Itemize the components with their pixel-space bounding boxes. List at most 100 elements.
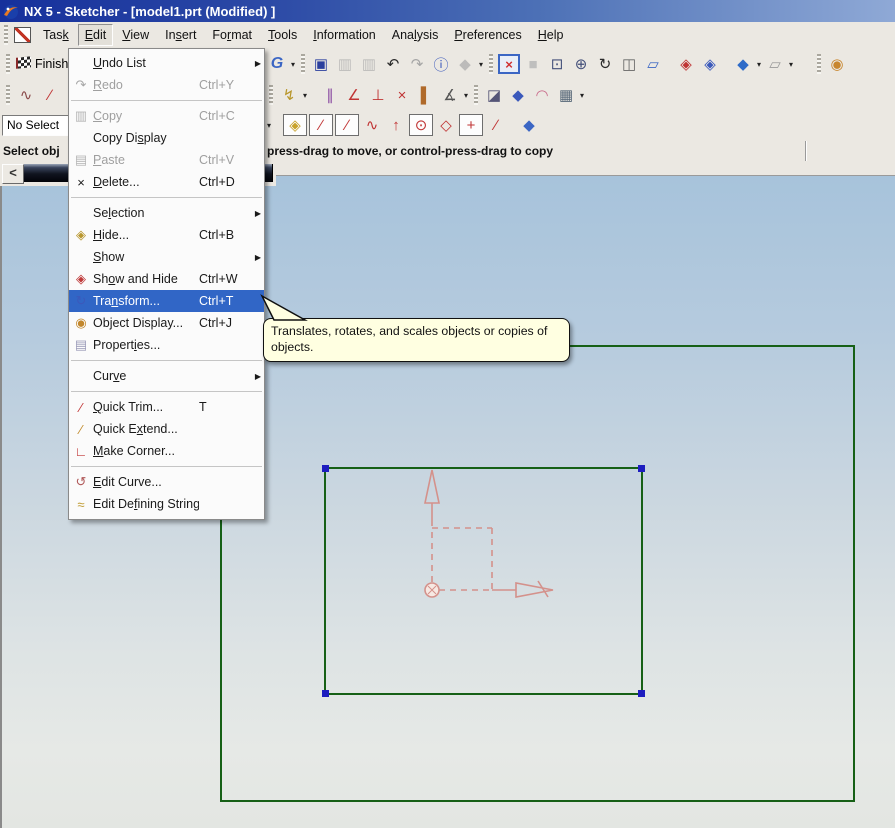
create-constraint-icon[interactable]: ↯	[278, 84, 300, 106]
edit-menu-item-properties[interactable]: ▤ Properties...	[69, 334, 264, 356]
menu-item-label: Selection	[93, 206, 145, 220]
menu-item-label: Edit Defining String...	[93, 497, 199, 511]
menu-view[interactable]: View	[115, 24, 156, 46]
zoom-icon[interactable]: ⊕	[570, 53, 592, 75]
corner-handle[interactable]	[322, 465, 329, 472]
show-remove-constraints-icon[interactable]: ×	[391, 84, 413, 106]
menu-tools[interactable]: Tools	[261, 24, 304, 46]
toolbar-grip[interactable]	[269, 85, 273, 105]
redo-icon[interactable]: ↷	[406, 53, 428, 75]
rotate-icon[interactable]: ↻	[594, 53, 616, 75]
dropdown-caret-icon[interactable]: ▾	[303, 91, 307, 100]
dropdown-caret-icon[interactable]: ▾	[464, 91, 468, 100]
edit-menu-item-selection[interactable]: Selection ▶	[69, 202, 264, 224]
edit-menu-item-curve[interactable]: Curve ▶	[69, 365, 264, 387]
toolbar-grip[interactable]	[817, 54, 822, 74]
y-axis-arrow[interactable]	[424, 469, 440, 504]
parallel-constraint-icon[interactable]: ∥	[319, 84, 341, 106]
selection-handles[interactable]	[322, 465, 645, 697]
point-on-curve-icon[interactable]: ∕	[485, 114, 507, 136]
line-icon[interactable]: ∕	[39, 84, 61, 106]
object-display-icon: ◉	[75, 315, 87, 330]
fit-view-icon[interactable]: ×	[498, 54, 521, 74]
project-curve-icon[interactable]: ◠	[531, 84, 553, 106]
menu-task[interactable]: Task	[36, 24, 76, 46]
cue-message: press-drag to move, or control-press-dra…	[267, 144, 554, 158]
menu-edit[interactable]: Edit	[77, 24, 114, 46]
finish-sketch-button[interactable]: Finish	[35, 57, 68, 71]
edit-menu-item-show-and-hide[interactable]: ◈ Show and Hide Ctrl+W	[69, 268, 264, 290]
edit-menu-item-quick-trim[interactable]: ∕ Quick Trim... T	[69, 396, 264, 418]
toolbar-grip[interactable]	[301, 54, 306, 74]
menu-analysis[interactable]: Analysis	[385, 24, 446, 46]
end-point-icon[interactable]: ∕	[309, 114, 334, 136]
sketch-inner-rectangle[interactable]	[324, 467, 643, 695]
menu-item-shortcut: Ctrl+C	[199, 109, 235, 123]
alternate-solution-icon[interactable]: ▦	[555, 84, 577, 106]
pan-icon[interactable]: ◫	[618, 53, 640, 75]
edit-menu-item-edit-defining-string[interactable]: ≈ Edit Defining String...	[69, 493, 264, 515]
menu-format[interactable]: Format	[205, 24, 259, 46]
convert-reference-icon[interactable]: ∡	[439, 84, 461, 106]
edit-menu-item-transform[interactable]: ↻ Transform... Ctrl+T	[69, 290, 264, 312]
title-bar[interactable]: NX 5 - Sketcher - [model1.prt (Modified)…	[0, 0, 895, 22]
intersection-point-icon[interactable]: ↑	[385, 114, 407, 136]
edit-menu-item-object-display[interactable]: ◉ Object Display... Ctrl+J	[69, 312, 264, 334]
existing-point-icon[interactable]: +	[459, 114, 484, 136]
edit-menu-item-show[interactable]: Show ▶	[69, 246, 264, 268]
corner-handle[interactable]	[638, 690, 645, 697]
sketch-plane-icon[interactable]: ◆	[518, 114, 540, 136]
dropdown-caret-icon[interactable]: ▾	[757, 60, 761, 69]
edit-curve-icon: ↺	[75, 474, 87, 489]
edit-menu-item-delete[interactable]: × Delete... Ctrl+D	[69, 171, 264, 193]
control-point-icon[interactable]: ∿	[361, 114, 383, 136]
profile-icon[interactable]: ∿	[15, 84, 37, 106]
auto-dimension-icon[interactable]: ⊥	[367, 84, 389, 106]
menu-help[interactable]: Help	[531, 24, 571, 46]
shaded-display-icon[interactable]: ◆	[732, 53, 754, 75]
dropdown-caret-icon[interactable]: ▾	[267, 121, 271, 130]
quadrant-point-icon[interactable]: ◇	[435, 114, 457, 136]
edit-menu-item-make-corner[interactable]: ∟ Make Corner...	[69, 440, 264, 462]
toolbar-grip[interactable]	[489, 54, 494, 74]
show-hide-icon[interactable]: ◈	[675, 53, 697, 75]
edit-menu-item-copy-display[interactable]: Copy Display	[69, 127, 264, 149]
snap-point-icon[interactable]: ◈	[283, 114, 308, 136]
toolbar-grip[interactable]	[474, 85, 479, 105]
auto-constrain-icon[interactable]: ∠	[343, 84, 365, 106]
dropdown-caret-icon[interactable]: ▾	[789, 60, 793, 69]
edit-menu-item-undo-list[interactable]: Undo List ▶	[69, 52, 264, 74]
mid-point-icon[interactable]: ∕	[335, 114, 360, 136]
dropdown-caret-icon[interactable]: ▾	[291, 60, 295, 69]
perspective-icon[interactable]: ▱	[642, 53, 664, 75]
back-button[interactable]: <	[2, 164, 24, 184]
menu-information[interactable]: Information	[306, 24, 383, 46]
edit-object-display-icon[interactable]: ⓘ	[430, 53, 452, 75]
zoom-box-icon[interactable]: ⊡	[546, 53, 568, 75]
invert-shown-icon[interactable]: ◈	[699, 53, 721, 75]
edit-menu-item-hide[interactable]: ◈ Hide... Ctrl+B	[69, 224, 264, 246]
menu-item-label: Edit Curve...	[93, 475, 162, 489]
corner-handle[interactable]	[322, 690, 329, 697]
edit-menu-item-quick-extend[interactable]: ∕ Quick Extend...	[69, 418, 264, 440]
dropdown-caret-icon[interactable]: ▾	[479, 60, 483, 69]
arc-center-icon[interactable]: ⊙	[409, 114, 434, 136]
toolbar-grip[interactable]	[6, 54, 10, 74]
menu-preferences[interactable]: Preferences	[447, 24, 528, 46]
menu-item-shortcut: Ctrl+B	[199, 228, 235, 242]
save-icon[interactable]: ▣	[310, 53, 332, 75]
dropdown-caret-icon[interactable]: ▾	[580, 91, 584, 100]
edit-menu-item-edit-curve[interactable]: ↺ Edit Curve...	[69, 471, 264, 493]
orient-to-sketch-icon[interactable]: ◆	[507, 84, 529, 106]
display-sketch-constraints-icon[interactable]: ◪	[483, 84, 505, 106]
undo-icon[interactable]: ↶	[382, 53, 404, 75]
corner-handle[interactable]	[638, 465, 645, 472]
display-mode-icon[interactable]: ▱	[764, 53, 786, 75]
menubar-grip[interactable]	[4, 25, 8, 45]
rotate-view-icon[interactable]: G	[266, 53, 288, 75]
roles-icon[interactable]: ◉	[826, 53, 848, 75]
animate-dimension-icon[interactable]: ▌	[415, 84, 437, 106]
menu-insert[interactable]: Insert	[158, 24, 203, 46]
sketch-outer-rectangle[interactable]	[220, 345, 855, 802]
toolbar-grip[interactable]	[6, 85, 10, 105]
